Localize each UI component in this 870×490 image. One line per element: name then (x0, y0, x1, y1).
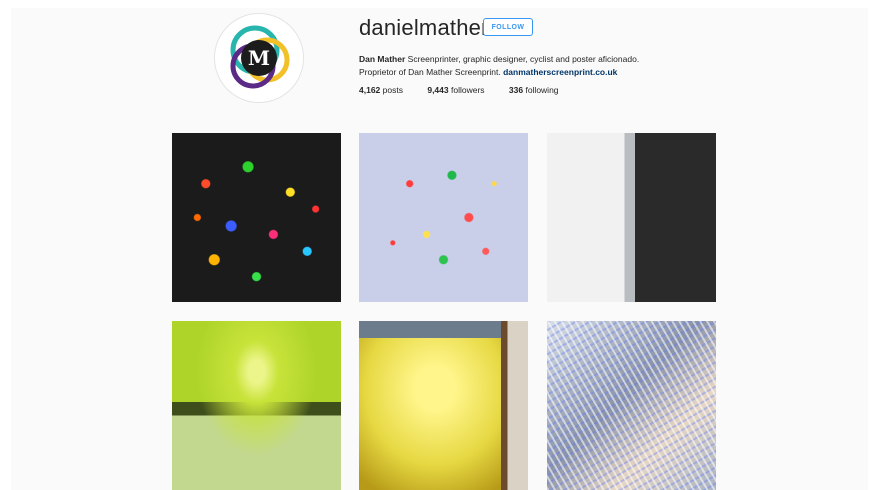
follow-button[interactable]: FOLLOW (483, 18, 533, 36)
bio-name: Dan Mather (359, 54, 406, 64)
bio-website-link[interactable]: danmatherscreenprint.co.uk (503, 67, 617, 77)
profile-stats: 4,162 posts 9,443 followers 336 followin… (359, 85, 581, 95)
post-yellow-frame[interactable] (359, 321, 528, 490)
post-holographic[interactable] (547, 321, 716, 490)
posts-label: posts (380, 85, 403, 95)
followers-count: 9,443 (427, 85, 449, 95)
avatar-logo-icon: M (215, 14, 303, 102)
post-green-screen[interactable] (172, 321, 341, 490)
following-label: following (523, 85, 559, 95)
username: danielmather (359, 15, 489, 40)
post-white-black-panel[interactable] (547, 133, 716, 302)
bio: Dan Mather Screenprinter, graphic design… (359, 53, 719, 79)
posts-stat: 4,162 posts (359, 85, 403, 95)
bio-line-2: Proprietor of Dan Mather Screenprint. (359, 67, 504, 77)
posts-count: 4,162 (359, 85, 381, 95)
post-confetti-light[interactable] (359, 133, 528, 302)
avatar-letter: M (248, 46, 270, 70)
following-count: 336 (508, 85, 524, 95)
bio-line-1: Screenprinter, graphic designer, cyclist… (405, 54, 640, 64)
post-confetti-dark[interactable] (172, 133, 341, 302)
followers-stat[interactable]: 9,443 followers (427, 85, 484, 95)
followers-label: followers (448, 85, 485, 95)
following-stat[interactable]: 336 following (509, 85, 559, 95)
avatar[interactable]: M (214, 13, 304, 103)
profile-page: M danielmather FOLLOW Dan Mather Screenp… (11, 8, 868, 490)
